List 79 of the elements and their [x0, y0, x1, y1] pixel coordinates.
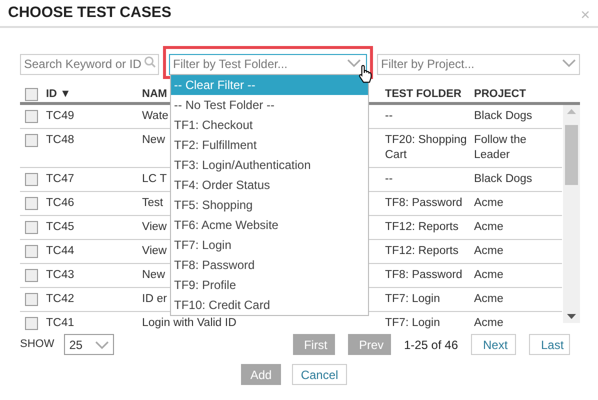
table-cell: Test — [142, 197, 164, 209]
table-cell-text: Black Dogs — [474, 109, 534, 124]
dropdown-option[interactable]: TF4: Order Status — [171, 175, 368, 195]
table-cell-text: Acme — [474, 244, 504, 259]
column-header[interactable]: TEST FOLDER — [385, 86, 462, 102]
table-cell: View — [142, 245, 167, 257]
table-cell-text: TF7: Login — [385, 292, 441, 307]
dropdown-option[interactable]: TF6: Acme Website — [171, 215, 368, 235]
table-cell: View — [142, 221, 167, 233]
table-cell: TC44 — [46, 245, 74, 257]
dropdown-option[interactable]: TF9: Profile — [171, 275, 368, 295]
dropdown-option[interactable]: TF2: Fulfillment — [171, 135, 368, 155]
dropdown-option[interactable]: -- No Test Folder -- — [171, 95, 368, 115]
chevron-down-icon — [347, 59, 361, 67]
project-filter-dropdown[interactable]: Filter by Project... — [377, 54, 580, 74]
row-checkbox[interactable] — [25, 197, 38, 210]
table-cell-text: Acme — [474, 268, 504, 283]
table-cell-text: TF8: Password — [385, 268, 464, 283]
table-cell-text: TF20: Shopping Cart — [385, 133, 468, 163]
dropdown-option[interactable]: TF5: Shopping — [171, 195, 368, 215]
scroll-up-icon[interactable] — [567, 109, 576, 114]
chevron-down-icon — [95, 340, 110, 348]
column-header[interactable]: NAM — [142, 86, 168, 102]
scroll-down-icon[interactable] — [567, 314, 576, 319]
table-cell: LC T — [142, 173, 167, 185]
search-icon — [144, 56, 156, 68]
table-cell: TC42 — [46, 293, 74, 305]
row-checkbox[interactable] — [25, 134, 38, 147]
table-cell-text: Black Dogs — [474, 172, 534, 187]
table-cell-text: -- — [385, 109, 394, 124]
table-cell-text: TF7: Login — [385, 316, 441, 331]
row-checkbox[interactable] — [25, 293, 38, 306]
table-cell-text: Acme — [474, 316, 504, 331]
page-size-dropdown[interactable]: 25 — [64, 334, 114, 355]
dropdown-option[interactable]: TF10: Credit Card — [171, 295, 368, 315]
row-checkbox[interactable] — [25, 269, 38, 282]
dialog-button[interactable]: Cancel — [292, 364, 347, 385]
scrollbar[interactable] — [563, 105, 580, 323]
table-cell-text: Acme — [474, 196, 504, 211]
dropdown-option[interactable]: TF1: Checkout — [171, 115, 368, 135]
table-cell: Login with Valid ID — [142, 317, 236, 329]
dialog-title: CHOOSE TEST CASES — [8, 2, 172, 23]
row-checkbox[interactable] — [25, 317, 38, 330]
row-checkbox[interactable] — [25, 110, 38, 123]
table-cell-text: TF8: Password — [385, 196, 464, 211]
show-label: SHOW — [20, 337, 54, 352]
table-cell-text: TF12: Reports — [385, 220, 460, 235]
column-header[interactable]: ID ▼ — [46, 86, 71, 102]
table-cell: TC47 — [46, 173, 74, 185]
column-header[interactable]: PROJECT — [474, 86, 526, 102]
table-cell: TC48 — [46, 134, 74, 146]
table-cell: TC46 — [46, 197, 74, 209]
table-cell: New — [142, 269, 166, 281]
pagination-button[interactable]: Last — [529, 334, 570, 355]
dropdown-option[interactable]: TF8: Password — [171, 255, 368, 275]
table-cell-text: Acme — [474, 292, 504, 307]
table-cell-text: -- — [385, 172, 394, 187]
table-cell-text: Follow the Leader — [474, 133, 528, 163]
row-checkbox[interactable] — [25, 173, 38, 186]
pagination-button[interactable]: Next — [471, 334, 516, 355]
row-checkbox[interactable] — [25, 245, 38, 258]
table-cell: New — [142, 134, 166, 146]
search-field[interactable]: Search Keyword or ID — [20, 54, 159, 74]
page-range: 1-25 of 46 — [404, 336, 458, 354]
table-cell-text: Acme — [474, 220, 504, 235]
chevron-down-icon — [562, 59, 576, 67]
select-all-checkbox[interactable] — [25, 88, 38, 100]
table-cell: Wate — [142, 110, 168, 122]
dropdown-option[interactable]: TF7: Login — [171, 235, 368, 255]
scrollbar-thumb[interactable] — [565, 125, 578, 185]
dropdown-option[interactable]: TF3: Login/Authentication — [171, 155, 368, 175]
folder-filter-dropdown[interactable]: Filter by Test Folder... — [169, 54, 367, 74]
table-cell: TC45 — [46, 221, 74, 233]
table-cell-text: TF12: Reports — [385, 244, 460, 259]
table-cell: TC43 — [46, 269, 74, 281]
table-cell: TC49 — [46, 110, 74, 122]
table-cell: TC41 — [46, 317, 74, 329]
table-cell: ID er — [142, 293, 167, 305]
row-checkbox[interactable] — [25, 221, 38, 234]
